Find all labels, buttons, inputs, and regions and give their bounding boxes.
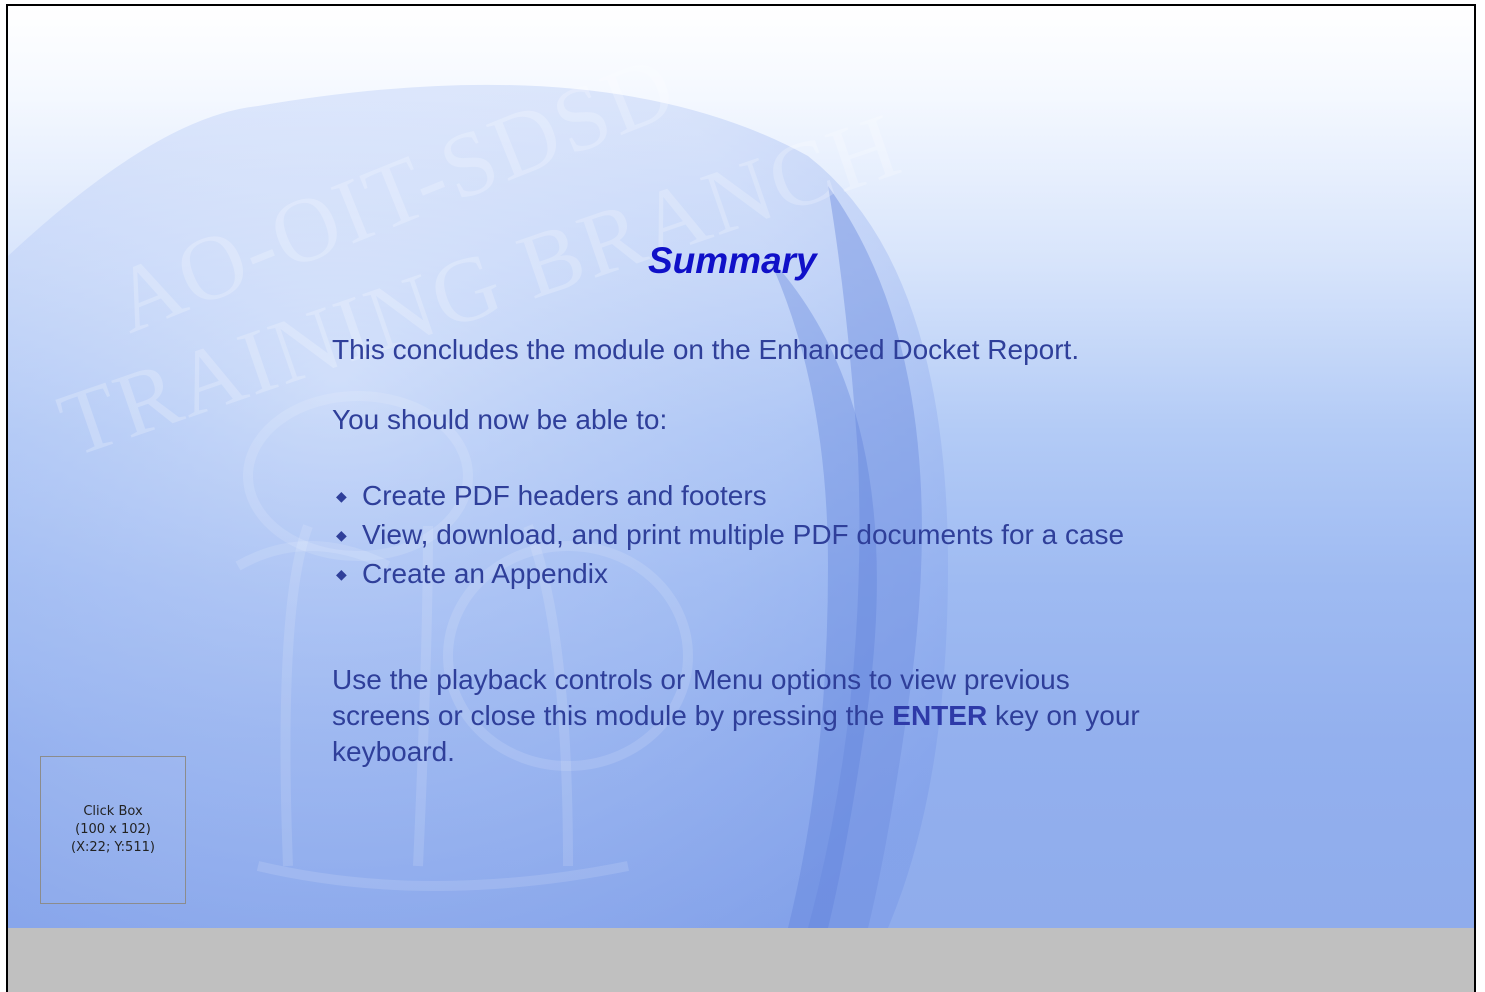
slide-title: Summary: [648, 240, 817, 281]
click-box-label: Click Box: [83, 804, 143, 819]
intro-paragraph: This concludes the module on the Enhance…: [332, 334, 1080, 365]
click-box-position: (X:22; Y:511): [71, 840, 155, 855]
diamond-bullet-icon: ◆: [336, 488, 347, 504]
closing-paragraph: Use the playback controls or Menu option…: [332, 662, 1172, 770]
click-box-size: (100 x 102): [75, 822, 151, 837]
objectives-list: ◆ Create PDF headers and footers ◆ View,…: [332, 478, 1152, 595]
slide-canvas: AO-OIT-SDSD TRAINING BRANCH Summary This…: [8, 6, 1474, 928]
enter-key-label: ENTER: [892, 700, 988, 731]
list-item-text: Create an Appendix: [362, 558, 608, 589]
diamond-bullet-icon: ◆: [336, 566, 347, 582]
list-item: ◆ Create PDF headers and footers: [332, 478, 1152, 514]
list-item-text: View, download, and print multiple PDF d…: [362, 519, 1125, 550]
playback-bar: [8, 928, 1474, 992]
list-item-text: Create PDF headers and footers: [362, 480, 767, 511]
diamond-bullet-icon: ◆: [336, 527, 347, 543]
slide-frame: AO-OIT-SDSD TRAINING BRANCH Summary This…: [6, 4, 1476, 992]
list-item: ◆ Create an Appendix: [332, 556, 1152, 592]
list-item: ◆ View, download, and print multiple PDF…: [332, 517, 1152, 553]
objectives-lead: You should now be able to:: [332, 404, 668, 435]
click-box[interactable]: Click Box (100 x 102) (X:22; Y:511): [40, 756, 186, 904]
